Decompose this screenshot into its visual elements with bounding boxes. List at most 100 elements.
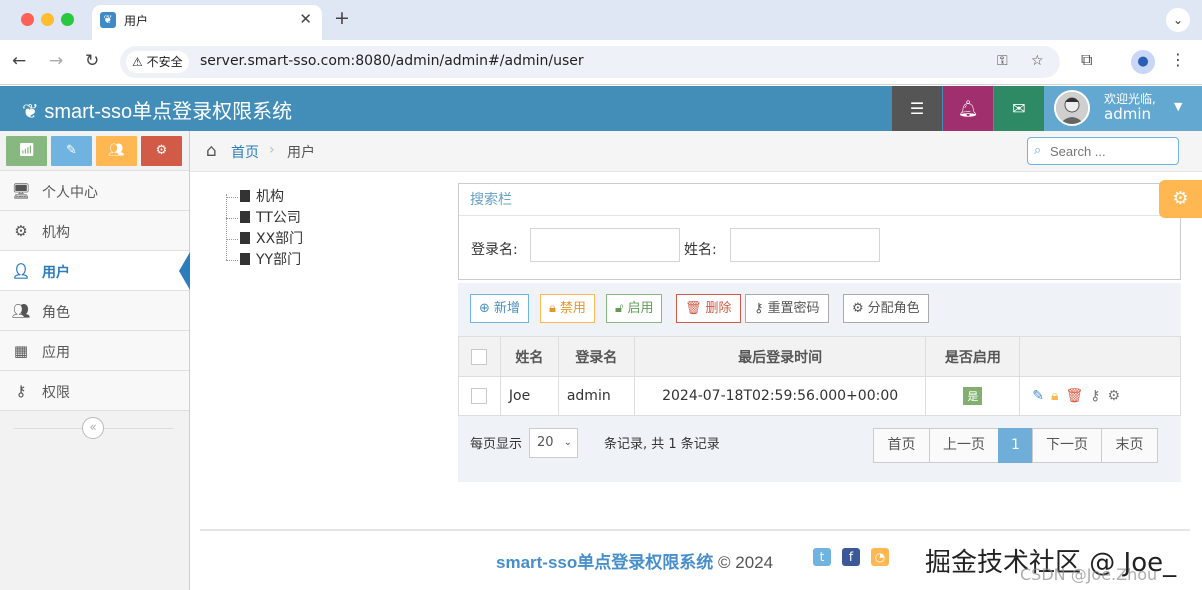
tab-title: 用户: [124, 14, 149, 28]
tree-node[interactable]: XX部门: [226, 228, 303, 248]
sidebar: 📶︎ ✎ 👥︎ ⚙ 🖥︎ 个人中心 ⚙ 机构 👤︎ 用户 👥︎ 角色 ▦ 应用 …: [0, 131, 190, 590]
watermark-sub: CSDN @Joe.Zhou: [1020, 565, 1158, 584]
add-button[interactable]: ⊕ 新增: [470, 294, 529, 323]
grid-icon: ▦: [13, 342, 29, 360]
disable-button[interactable]: 🔒︎ 禁用: [540, 294, 595, 323]
home-icon[interactable]: ⌂: [206, 141, 217, 161]
login-name-input[interactable]: [530, 228, 680, 262]
minimize-window-button[interactable]: [41, 13, 54, 26]
shortcut-group-button[interactable]: 👥︎: [96, 136, 137, 166]
cell-name: Joe: [499, 376, 559, 416]
sidebar-item-profile[interactable]: 🖥︎ 个人中心: [0, 171, 189, 211]
edit-pencil-icon[interactable]: ✎: [1032, 388, 1044, 404]
security-chip[interactable]: ⚠ 不安全: [126, 51, 189, 73]
tasks-icon: ☰: [909, 99, 925, 118]
shortcut-settings-button[interactable]: ⚙: [141, 136, 182, 166]
footer-copyright: © 2024: [718, 553, 774, 572]
tree-node-label: YY部门: [256, 252, 302, 268]
sidebar-item-roles[interactable]: 👥︎ 角色: [0, 291, 189, 331]
reset-password-button[interactable]: ⚷ 重置密码: [745, 294, 829, 323]
sidebar-collapse-button[interactable]: «: [82, 417, 104, 439]
brand[interactable]: ❦ smart-sso单点登录权限系统: [22, 95, 292, 124]
disable-label: 禁用: [559, 301, 586, 316]
tab-search-icon[interactable]: ⌄: [1166, 8, 1190, 32]
sidebar-item-apps[interactable]: ▦ 应用: [0, 331, 189, 371]
enable-button[interactable]: 🔓︎ 启用: [606, 294, 663, 323]
enable-label: 启用: [627, 301, 654, 316]
settings-toggle-button[interactable]: ⚙: [1159, 180, 1202, 218]
rss-icon[interactable]: ◔: [871, 548, 889, 566]
nav-search-input[interactable]: [1050, 142, 1174, 160]
next-page-button[interactable]: 下一页: [1032, 428, 1102, 463]
tasks-button[interactable]: ☰: [892, 86, 942, 131]
sidebar-item-permissions[interactable]: ⚷ 权限: [0, 371, 189, 411]
gear-icon: ⚙: [1172, 188, 1189, 209]
messages-button[interactable]: ✉: [994, 86, 1044, 131]
user-grid: ⊕ 新增 🔒︎ 禁用 🔓︎ 启用 🗑︎ 删除 ⚷ 重置密码 ⚙ 分配角色 姓名 登录名 最后…: [458, 283, 1181, 482]
extensions-icon[interactable]: ⧉: [1081, 50, 1092, 70]
cell-last-login: 2024-07-18T02:59:56.000+00:00: [633, 376, 927, 416]
leaf-favicon-icon: ❦: [100, 12, 116, 28]
close-window-button[interactable]: [21, 13, 34, 26]
tree-connector: [226, 238, 238, 240]
envelope-icon: ✉: [1012, 99, 1026, 118]
column-header-name[interactable]: 姓名: [499, 336, 559, 377]
user-icon: 👤︎: [11, 262, 31, 280]
browser-menu-icon[interactable]: ⋮: [1170, 50, 1186, 69]
file-icon: [240, 190, 250, 202]
column-header-login[interactable]: 登录名: [557, 336, 635, 377]
column-header-last-login[interactable]: 最后登录时间: [633, 336, 927, 377]
browser-toolbar: ← → ↻ ⚠ 不安全 server.smart-sso.com:8080/ad…: [0, 40, 1202, 85]
assign-role-button[interactable]: ⚙ 分配角色: [843, 294, 929, 323]
tree-node[interactable]: TT公司: [226, 207, 301, 227]
column-header-actions: [1019, 336, 1181, 377]
user-avatar: [1054, 90, 1090, 126]
url-text[interactable]: server.smart-sso.com:8080/admin/admin#/a…: [200, 53, 584, 69]
breadcrumb-home-link[interactable]: 首页: [231, 142, 259, 162]
page-size-select[interactable]: 20 ⌄: [529, 428, 578, 458]
cell-enabled: 是: [925, 376, 1021, 416]
current-page-button[interactable]: 1: [998, 428, 1033, 463]
shortcut-stats-button[interactable]: 📶︎: [6, 136, 47, 166]
browser-tab[interactable]: ❦ 用户 ✕: [92, 5, 322, 40]
address-bar[interactable]: ⚠ 不安全 server.smart-sso.com:8080/admin/ad…: [120, 46, 1060, 78]
password-key-icon[interactable]: ⚿: [997, 53, 1008, 69]
reload-icon[interactable]: ↻: [85, 51, 99, 71]
notifications-button[interactable]: 🔔︎: [943, 86, 993, 131]
column-header-enabled[interactable]: 是否启用: [925, 336, 1021, 377]
twitter-icon[interactable]: t: [813, 548, 831, 566]
leaf-icon: ❦: [22, 101, 39, 123]
name-input[interactable]: [730, 228, 880, 262]
delete-button[interactable]: 🗑︎ 删除: [676, 294, 741, 323]
shortcut-edit-button[interactable]: ✎: [51, 136, 92, 166]
last-page-button[interactable]: 末页: [1101, 428, 1158, 463]
close-tab-icon[interactable]: ✕: [299, 10, 312, 28]
tree-node-root[interactable]: 机构: [226, 186, 284, 206]
first-page-button[interactable]: 首页: [873, 428, 930, 463]
sidebar-shortcuts: 📶︎ ✎ 👥︎ ⚙: [0, 131, 189, 171]
trash-icon[interactable]: 🗑︎: [1065, 388, 1083, 404]
user-menu[interactable]: 欢迎光临, admin ▼: [1044, 86, 1202, 131]
key-icon[interactable]: ⚷: [1090, 388, 1100, 404]
forward-icon[interactable]: →: [49, 51, 63, 71]
select-all-checkbox[interactable]: [471, 348, 488, 365]
sidebar-item-org[interactable]: ⚙ 机构: [0, 211, 189, 251]
lock-icon[interactable]: 🔒︎: [1051, 388, 1058, 404]
back-icon[interactable]: ←: [12, 51, 26, 71]
prev-page-button[interactable]: 上一页: [929, 428, 999, 463]
maximize-window-button[interactable]: [61, 13, 74, 26]
gear-icon[interactable]: ⚙: [1108, 388, 1121, 404]
tree-connector: [226, 259, 238, 261]
delete-label: 删除: [705, 301, 732, 316]
row-checkbox[interactable]: [471, 388, 488, 404]
username: admin: [1104, 105, 1151, 123]
profile-avatar-icon[interactable]: ●: [1131, 50, 1155, 74]
enabled-badge: 是: [963, 387, 983, 405]
new-tab-icon[interactable]: +: [334, 7, 350, 29]
facebook-icon[interactable]: f: [842, 548, 860, 566]
table-row[interactable]: Joe admin 2024-07-18T02:59:56.000+00:00 …: [458, 376, 1181, 416]
bookmark-star-icon[interactable]: ☆: [1031, 53, 1044, 69]
tree-node[interactable]: YY部门: [226, 249, 301, 269]
plus-circle-icon: ⊕: [479, 301, 490, 316]
sidebar-item-users[interactable]: 👤︎ 用户: [0, 251, 190, 291]
